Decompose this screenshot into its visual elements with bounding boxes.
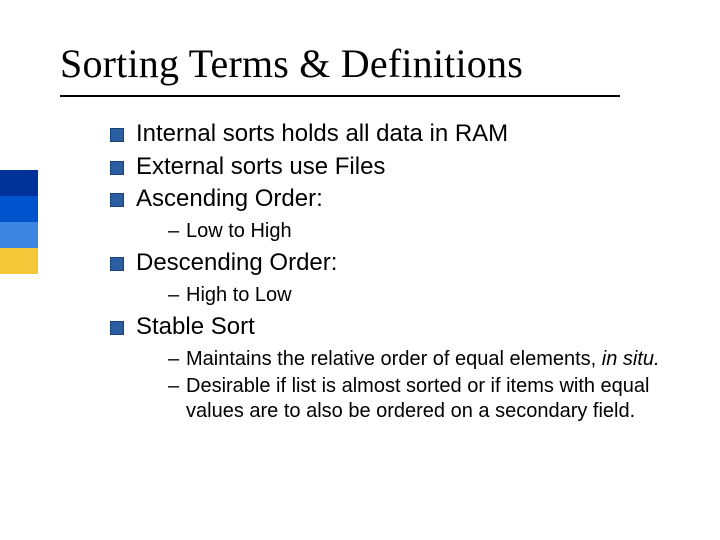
stripe-4 [0, 248, 38, 274]
stripe-2 [0, 196, 38, 222]
bullet-item: Internal sorts holds all data in RAM [110, 119, 670, 150]
bullet-item: Stable Sort Maintains the relative order… [110, 312, 670, 424]
sub-text-italic: in situ. [602, 348, 660, 370]
sub-text: Desirable if list is almost sorted or if… [186, 375, 650, 422]
bullet-item: Descending Order: High to Low [110, 248, 670, 308]
sub-list: Low to High [168, 219, 670, 244]
slide-content: Internal sorts holds all data in RAM Ext… [110, 119, 670, 424]
title-underline [60, 95, 620, 97]
slide: Sorting Terms & Definitions Internal sor… [0, 0, 720, 540]
sub-text: Low to High [186, 220, 292, 242]
bullet-text: Internal sorts holds all data in RAM [136, 120, 508, 147]
bullet-item: Ascending Order: Low to High [110, 184, 670, 244]
sub-list: High to Low [168, 283, 670, 308]
bullet-text: Descending Order: [136, 249, 337, 276]
sub-text: Maintains the relative order of equal el… [186, 348, 602, 370]
bullet-item: External sorts use Files [110, 152, 670, 183]
bullet-list: Internal sorts holds all data in RAM Ext… [110, 119, 670, 424]
bullet-text: Stable Sort [136, 313, 255, 340]
sub-item: Maintains the relative order of equal el… [168, 347, 670, 372]
bullet-text: Ascending Order: [136, 185, 323, 212]
sub-item: Low to High [168, 219, 670, 244]
sub-text: High to Low [186, 284, 292, 306]
sub-item: Desirable if list is almost sorted or if… [168, 374, 670, 424]
stripe-1 [0, 170, 38, 196]
decorative-stripes [0, 170, 38, 274]
bullet-text: External sorts use Files [136, 153, 385, 180]
slide-title: Sorting Terms & Definitions [60, 40, 665, 87]
sub-item: High to Low [168, 283, 670, 308]
sub-list: Maintains the relative order of equal el… [168, 347, 670, 424]
stripe-3 [0, 222, 38, 248]
